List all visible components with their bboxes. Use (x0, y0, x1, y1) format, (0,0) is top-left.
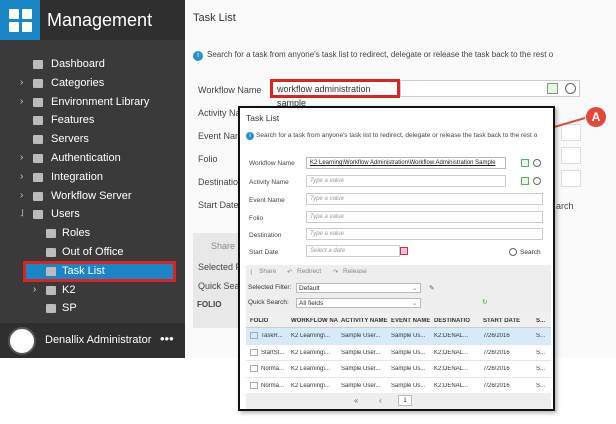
cell-workflow: K2 Learning\... (291, 366, 331, 372)
folio-input[interactable]: Type a value (306, 211, 543, 223)
release-icon[interactable]: ↷ (333, 268, 338, 276)
event-name-input[interactable]: Type a value (306, 193, 543, 205)
column-status[interactable]: S... (536, 318, 545, 324)
column-start-date[interactable]: START DATE (483, 318, 520, 324)
search-icon[interactable] (533, 159, 541, 167)
chevron-down-icon[interactable]: ⌄ (412, 299, 417, 307)
dialog-info: i Search for a task from anyone's task li… (246, 132, 537, 140)
cell-event: Sample Us... (391, 382, 426, 389)
cell-status: S... (536, 349, 546, 356)
quick-search-select[interactable]: All fields (296, 298, 421, 308)
cell-destination: K2:DENAL... (434, 382, 469, 389)
cell-workflow: K2 Learning\... (291, 333, 331, 339)
cell-status: S... (536, 333, 546, 339)
share-icon[interactable]: ⟨ (250, 268, 253, 276)
picker-icon[interactable] (521, 177, 529, 185)
search-button[interactable]: Search (520, 249, 541, 256)
label-activity-name: Activity Name (249, 179, 289, 186)
row-icon (250, 332, 258, 339)
quick-search-label: Quick Search: (248, 299, 289, 306)
column-activity-name[interactable]: ACTIVITY NAME (341, 318, 388, 324)
cell-folio: TaskR... (261, 333, 283, 339)
cell-start-date: 7/26/2016 (483, 333, 510, 339)
cell-status: S... (536, 382, 546, 389)
cell-workflow: K2 Learning\... (291, 349, 331, 356)
release-button[interactable]: Release (343, 268, 367, 275)
cell-activity: Sample User... (341, 333, 381, 339)
label-start-date: Start Date (249, 249, 279, 256)
first-page-icon[interactable]: « (354, 396, 358, 405)
table-row[interactable]: TaskR... K2 Learning\... Sample User... … (246, 328, 551, 345)
share-button[interactable]: Share (259, 268, 276, 275)
table-row[interactable]: StartSt... K2 Learning\... Sample User..… (246, 345, 551, 361)
row-icon (250, 365, 258, 372)
label-folio: Folio (249, 215, 264, 222)
selected-filter-label: Selected Filter: (248, 284, 292, 291)
cell-event: Sample Us... (391, 333, 426, 339)
label-destination: Destination (249, 232, 282, 239)
table-header: FOLIO WORKFLOW NA ACTIVITY NAME EVENT NA… (246, 313, 551, 328)
label-workflow-name: Workflow Name (249, 160, 295, 167)
grid-toolbar: ⟨ Share ↶ Redirect ↷ Release Selected Fi… (246, 265, 551, 313)
calendar-icon[interactable] (400, 247, 408, 255)
cell-folio: Norma... (261, 382, 285, 389)
cell-status: S... (536, 366, 546, 372)
prev-page-icon[interactable]: ‹ (379, 396, 382, 405)
cell-start-date: 7/26/2016 (483, 349, 510, 356)
cell-activity: Sample User... (341, 366, 381, 372)
redirect-icon[interactable]: ↶ (287, 268, 292, 276)
row-icon (250, 381, 258, 389)
cell-start-date: 7/26/2016 (483, 382, 510, 389)
cell-activity: Sample User... (341, 349, 381, 356)
dialog-title: Task List (246, 113, 280, 123)
workflow-name-input[interactable]: K2 Learning\Workflow Administration\Work… (306, 157, 506, 169)
table-row[interactable]: Norma... K2 Learning\... Sample User... … (246, 378, 551, 394)
redirect-button[interactable]: Redirect (297, 268, 321, 275)
cell-start-date: 7/26/2016 (483, 366, 510, 372)
picker-icon[interactable] (521, 159, 529, 167)
refresh-icon[interactable]: ↻ (482, 298, 487, 306)
table-row[interactable]: Norma... K2 Learning\... Sample User... … (246, 361, 551, 378)
cell-folio: Norma... (261, 366, 285, 372)
cell-event: Sample Us... (391, 366, 426, 372)
destination-input[interactable]: Type a value (306, 228, 543, 240)
column-folio[interactable]: FOLIO (250, 318, 268, 324)
callout-a: A (586, 107, 606, 127)
cell-destination: K2:DENAL... (434, 333, 469, 339)
search-icon[interactable] (533, 177, 541, 185)
start-date-input[interactable]: Select a date (306, 245, 400, 257)
dialog-info-text: Search for a task from anyone's task lis… (256, 132, 538, 139)
column-destination[interactable]: DESTINATIO (434, 318, 470, 324)
chevron-down-icon[interactable]: ⌄ (412, 284, 417, 292)
page-number-input[interactable]: 1 (398, 395, 412, 406)
search-icon[interactable] (509, 248, 517, 256)
task-table: FOLIO WORKFLOW NA ACTIVITY NAME EVENT NA… (246, 313, 551, 394)
cell-destination: K2:DENAL... (434, 366, 469, 372)
cell-event: Sample Us... (391, 349, 426, 356)
cell-folio: StartSt... (261, 349, 285, 356)
pagination: « ‹ 1 (246, 393, 551, 409)
column-workflow-name[interactable]: WORKFLOW NA (291, 318, 338, 324)
column-event-name[interactable]: EVENT NAME (391, 318, 430, 324)
activity-name-input[interactable]: Type a value (306, 175, 506, 187)
cell-workflow: K2 Learning\... (291, 382, 331, 389)
task-list-dialog: Task List i Search for a task from anyone… (238, 106, 555, 411)
selected-filter-select[interactable]: Default (296, 283, 421, 293)
cell-destination: K2:DENAL... (434, 349, 469, 356)
cell-activity: Sample User... (341, 382, 381, 389)
row-icon (250, 348, 258, 356)
info-icon: i (246, 132, 254, 140)
filter-edit-icon[interactable]: ✎ (429, 284, 434, 292)
label-event-name: Event Name (249, 197, 285, 204)
